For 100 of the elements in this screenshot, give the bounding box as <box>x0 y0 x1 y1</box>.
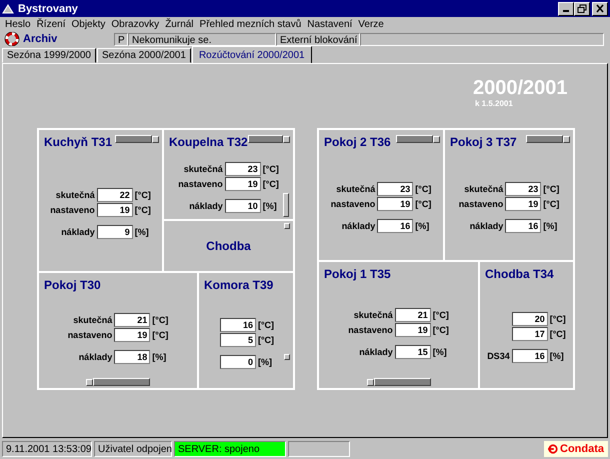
indicator-field: P <box>114 32 128 46</box>
value-field: 10 <box>224 198 261 212</box>
tab[interactable]: Sezóna 2000/2001 <box>96 48 191 63</box>
brand-logo: Condata <box>560 443 604 455</box>
room-name: Komora T39 <box>204 278 274 292</box>
arrow-icon <box>548 443 558 455</box>
room-name: Chodba <box>206 239 251 253</box>
scrollbar[interactable] <box>248 136 290 142</box>
room-name: Pokoj T30 <box>44 278 101 292</box>
value-field: 5 <box>220 332 256 346</box>
unit-label: [°C] <box>262 164 279 174</box>
room-name: Chodba T34 <box>485 267 554 281</box>
unit-label: [%] <box>152 352 168 362</box>
scrollbar[interactable] <box>366 379 430 385</box>
field-label: náklady <box>468 221 504 231</box>
field-label: náklady <box>188 200 223 210</box>
value-field: 19 <box>394 322 431 336</box>
menu-item[interactable]: Obrazovky <box>108 18 162 30</box>
tab[interactable]: Rozúčtování 2000/2001 <box>192 46 312 63</box>
unit-label: [°C] <box>415 199 432 209</box>
room-name: Pokoj 3 T37 <box>450 135 517 149</box>
field-label: náklady <box>358 346 393 356</box>
minimize-button[interactable] <box>558 2 574 16</box>
menu-item[interactable]: Verze <box>355 18 387 30</box>
menu-item[interactable]: Řízení <box>34 18 68 30</box>
scrollbar[interactable] <box>115 136 159 142</box>
unit-label: [°C] <box>258 320 274 330</box>
value-field: 20 <box>512 312 548 326</box>
value-field: 19 <box>114 328 150 342</box>
unit-label: [°C] <box>432 310 449 320</box>
date-label: k 1.5.2001 <box>475 99 513 108</box>
unit-label: [°C] <box>550 329 566 339</box>
field-label: skutečná <box>463 184 504 194</box>
unit-label: [°C] <box>134 190 151 200</box>
unit-label: [%] <box>134 226 150 236</box>
restore-icon <box>577 4 587 13</box>
unit-label: [%] <box>550 351 565 361</box>
value-field: 16 <box>377 219 414 233</box>
triangle-icon <box>2 4 14 14</box>
unit-label: [°C] <box>152 330 168 340</box>
close-icon <box>595 4 605 13</box>
unit-label: [°C] <box>152 315 168 325</box>
value-field: 17 <box>512 327 548 341</box>
unit-label: [°C] <box>432 324 449 334</box>
value-field: 21 <box>114 313 150 327</box>
unit-label: [°C] <box>550 314 566 324</box>
scrollbar[interactable] <box>526 136 570 142</box>
window-title: Bystrovany <box>18 2 79 14</box>
menu-item[interactable]: Přehled mezních stavů <box>196 18 304 30</box>
field-label: nastaveno <box>330 199 376 209</box>
status-field <box>288 441 350 457</box>
field-label: nastaveno <box>348 324 393 334</box>
unit-label: [°C] <box>415 184 432 194</box>
unit-label: [%] <box>432 346 448 356</box>
value-field: 16 <box>220 318 256 332</box>
value-field: 18 <box>114 350 150 364</box>
unit-label: [°C] <box>543 184 560 194</box>
menu-item[interactable]: Heslo <box>2 18 34 30</box>
scrollbar[interactable] <box>86 379 150 385</box>
value-field: 23 <box>224 162 261 176</box>
menu-item[interactable]: Žurnál <box>162 18 197 30</box>
value-field: 15 <box>394 344 431 358</box>
restore-button[interactable] <box>574 2 590 16</box>
unit-label: [°C] <box>258 334 274 344</box>
room-name: Kuchyň T31 <box>44 135 112 149</box>
field-label: nastaveno <box>68 330 112 340</box>
value-field: 16 <box>512 349 548 363</box>
unit-label: [°C] <box>262 178 279 188</box>
lifebuoy-icon <box>4 32 20 46</box>
menu-item[interactable]: Objekty <box>68 18 108 30</box>
field-label: náklady <box>60 226 95 236</box>
unit-label: [°C] <box>543 199 560 209</box>
unit-label: [%] <box>258 356 273 366</box>
field-label: nastaveno <box>458 199 504 209</box>
value-field: 22 <box>96 188 133 202</box>
tab[interactable]: Sezóna 1999/2000 <box>2 48 96 63</box>
user-status: Uživatel odpojen <box>94 441 172 457</box>
value-field: 16 <box>505 219 542 233</box>
field-label: náklady <box>340 221 376 231</box>
datetime-field: 9.11.2001 13:53:09 <box>2 441 92 457</box>
close-button[interactable] <box>592 2 608 16</box>
blocking-status: Externí blokování <box>276 32 360 46</box>
field-label: skutečná <box>54 190 95 200</box>
value-field: 9 <box>96 224 133 238</box>
room-name: Koupelna T32 <box>169 135 248 149</box>
value-field: 19 <box>505 197 542 211</box>
menu-item[interactable]: Nastavení <box>304 18 356 30</box>
unit-label: [%] <box>415 221 430 231</box>
unit-label: [%] <box>262 200 278 210</box>
field-label: DS34 <box>487 351 510 361</box>
field-label: náklady <box>78 352 112 362</box>
scrollbar[interactable] <box>396 136 440 142</box>
server-status: SERVER: spojeno <box>174 441 286 457</box>
communication-status: Nekomunikuje se. <box>128 32 276 46</box>
value-field: 19 <box>96 202 133 216</box>
field-label: skutečná <box>182 164 223 174</box>
season-heading: 2000/2001 <box>473 77 568 99</box>
room-name: Pokoj 2 T36 <box>324 135 391 149</box>
archive-button[interactable]: Archiv <box>2 32 114 46</box>
scrollbar[interactable] <box>283 193 289 217</box>
